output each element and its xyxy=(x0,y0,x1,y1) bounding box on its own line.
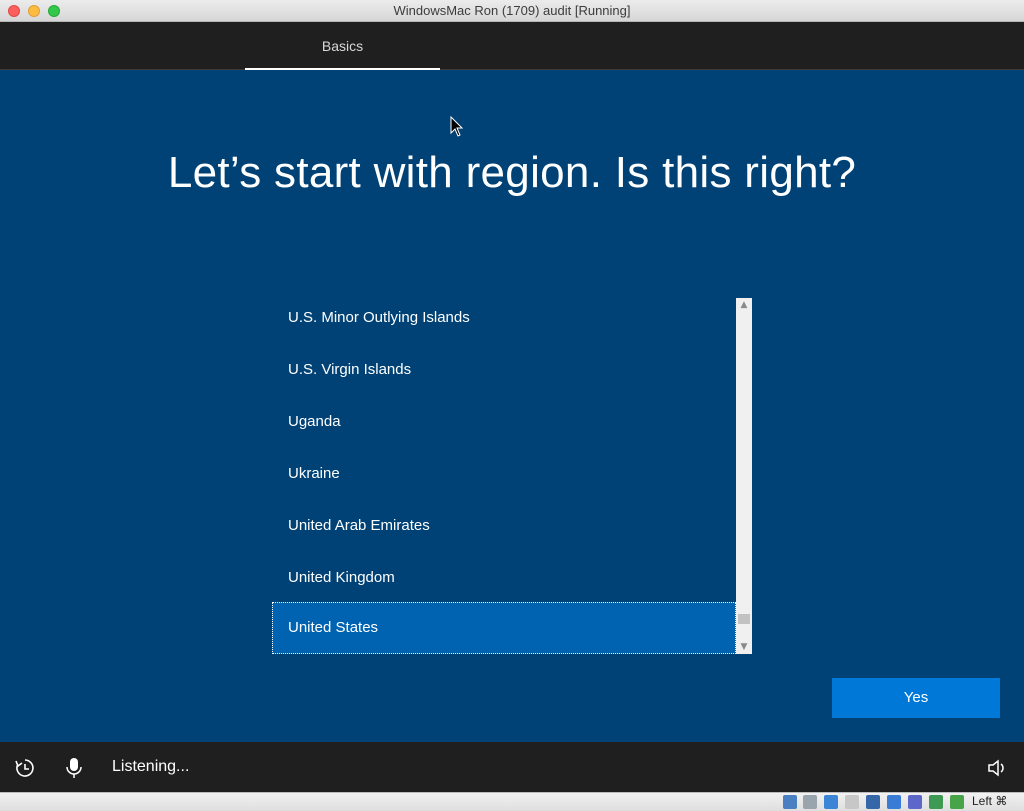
optical-drive-icon[interactable] xyxy=(803,795,817,809)
vm-status-bar: Left ⌘ xyxy=(0,792,1024,811)
host-key-label: Left ⌘ xyxy=(972,794,1008,808)
region-list-item[interactable]: United Kingdom xyxy=(272,552,736,604)
scroll-up-icon[interactable]: ▲ xyxy=(736,298,752,312)
main-panel: Let’s start with region. Is this right? … xyxy=(0,70,1024,742)
region-list-item[interactable]: Ukraine xyxy=(272,448,736,500)
page-title: Let’s start with region. Is this right? xyxy=(167,148,857,197)
speech-status: Listening... xyxy=(112,758,190,775)
display-icon[interactable] xyxy=(908,795,922,809)
mouse-integration-icon[interactable] xyxy=(950,795,964,809)
audio-icon[interactable] xyxy=(824,795,838,809)
region-list-item[interactable]: Uganda xyxy=(272,396,736,448)
region-list-item[interactable]: United States xyxy=(272,602,736,654)
volume-icon[interactable] xyxy=(987,758,1007,778)
window-title: WindowsMac Ron (1709) audit [Running] xyxy=(393,3,631,18)
shared-folders-icon[interactable] xyxy=(887,795,901,809)
ease-of-access-icon[interactable] xyxy=(14,757,36,779)
region-list-item[interactable]: U.S. Minor Outlying Islands xyxy=(272,292,736,344)
usb-icon[interactable] xyxy=(866,795,880,809)
mouse-cursor-icon xyxy=(450,116,464,137)
scroll-thumb[interactable] xyxy=(738,614,750,624)
network-icon[interactable] xyxy=(845,795,859,809)
scroll-down-icon[interactable]: ▼ xyxy=(736,640,752,654)
bottom-bar: Listening... xyxy=(0,742,1024,792)
region-list-items: U.S. Minor Outlying Islands U.S. Virgin I… xyxy=(272,298,736,654)
tab-basics[interactable]: Basics xyxy=(245,22,440,70)
recording-icon[interactable] xyxy=(929,795,943,809)
region-list[interactable]: U.S. Minor Outlying Islands U.S. Virgin I… xyxy=(272,298,752,654)
microphone-icon[interactable] xyxy=(64,757,84,779)
top-navigation: Basics xyxy=(0,22,1024,70)
yes-button[interactable]: Yes xyxy=(832,678,1000,718)
region-list-item[interactable]: United Arab Emirates xyxy=(272,500,736,552)
window-titlebar: WindowsMac Ron (1709) audit [Running] xyxy=(0,0,1024,22)
hard-disk-icon[interactable] xyxy=(783,795,797,809)
region-list-item[interactable]: U.S. Virgin Islands xyxy=(272,344,736,396)
region-list-scrollbar[interactable]: ▲ ▼ xyxy=(736,298,752,654)
